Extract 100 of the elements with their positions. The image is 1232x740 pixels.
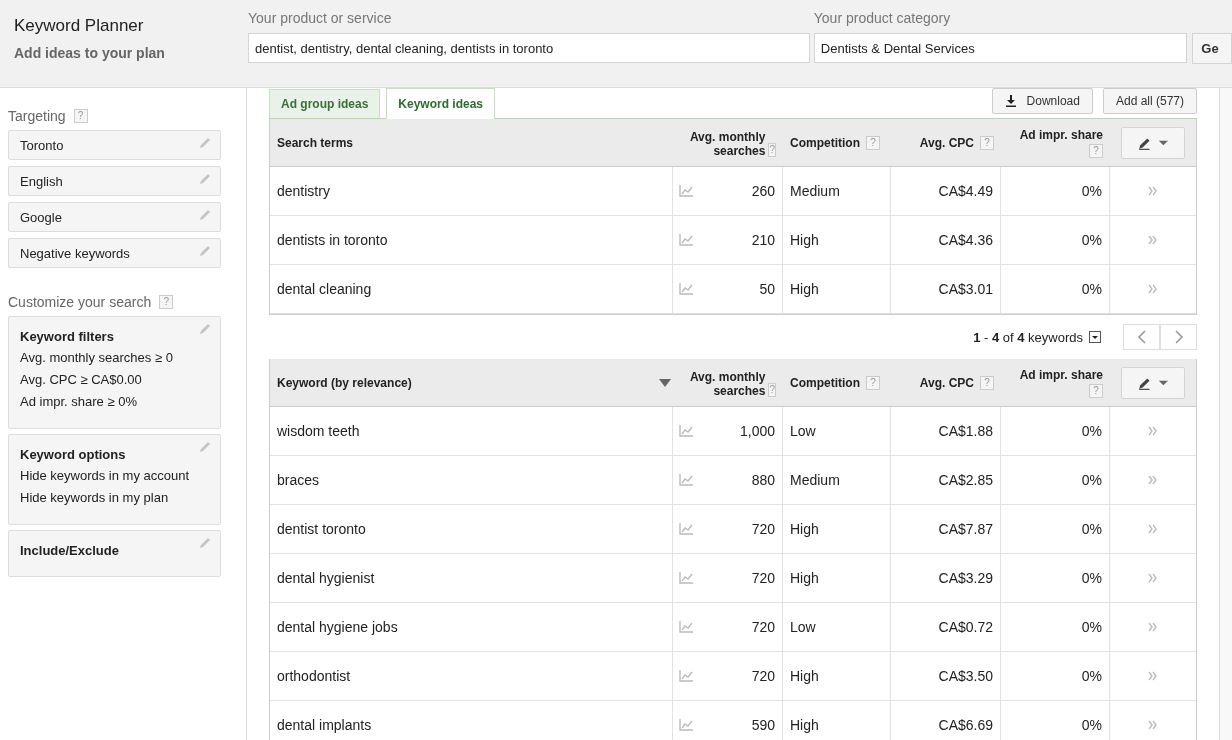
category-input-field[interactable]: Dentists & Dental Services xyxy=(813,33,1188,63)
cpc-cell: CA$0.72 xyxy=(891,603,1001,651)
competition-cell: High xyxy=(783,265,891,313)
pencil-icon xyxy=(198,536,212,550)
add-to-plan-icon[interactable] xyxy=(1148,475,1158,485)
next-page-button[interactable] xyxy=(1160,324,1197,350)
add-to-plan-icon[interactable] xyxy=(1148,573,1158,583)
targeting-item[interactable]: Toronto xyxy=(8,130,221,160)
pencil-icon xyxy=(198,440,212,454)
competition-cell: Medium xyxy=(783,456,891,504)
column-header[interactable]: Search terms xyxy=(277,135,354,150)
trend-chart-icon[interactable] xyxy=(679,621,693,633)
pencil-icon xyxy=(198,244,212,258)
searches-cell: 50 xyxy=(699,265,783,313)
competition-cell: High xyxy=(783,701,891,740)
section-title: Targeting xyxy=(8,108,66,124)
trend-chart-icon[interactable] xyxy=(679,719,693,731)
add-to-plan-icon[interactable] xyxy=(1148,671,1158,681)
keyword-cell: dental hygiene jobs xyxy=(270,603,673,651)
trend-chart-icon[interactable] xyxy=(679,572,693,584)
add-to-plan-icon[interactable] xyxy=(1148,720,1158,730)
impression-share-cell: 0% xyxy=(1001,652,1110,700)
trend-chart-icon[interactable] xyxy=(679,474,693,486)
impression-share-cell: 0% xyxy=(1001,701,1110,740)
column-header[interactable]: Avg. CPC xyxy=(919,135,974,150)
column-header[interactable]: Keyword (by relevance) xyxy=(277,375,412,390)
add-to-plan-icon[interactable] xyxy=(1148,284,1158,294)
filter-card[interactable]: Keyword filters Avg. monthly searches ≥ 0 Avg. CPC ≥ CA$0.00 Ad impr. share ≥ 0% xyxy=(8,316,221,429)
searches-cell: 720 xyxy=(699,603,783,651)
targeting-item[interactable]: English xyxy=(8,166,221,196)
column-header[interactable]: Avg. CPC xyxy=(919,375,974,390)
searches-cell: 720 xyxy=(699,505,783,553)
get-ideas-button[interactable]: Ge xyxy=(1192,33,1232,64)
competition-cell: High xyxy=(783,216,891,264)
keyword-cell: dental hygienist xyxy=(270,554,673,602)
trend-chart-icon[interactable] xyxy=(679,523,693,535)
add-to-plan-icon[interactable] xyxy=(1148,622,1158,632)
download-button[interactable]: Download xyxy=(991,88,1093,114)
product-input-field[interactable]: dentist, dentistry, dental cleaning, dentists in toronto xyxy=(248,33,810,63)
cpc-cell: CA$6.69 xyxy=(891,701,1001,740)
targeting-item[interactable]: Google xyxy=(8,202,221,232)
keyword-cell: orthodontist xyxy=(270,652,673,700)
trend-chart-icon[interactable] xyxy=(679,283,693,295)
competition-cell: High xyxy=(783,652,891,700)
impression-share-cell: 0% xyxy=(1001,456,1110,504)
filter-text: Ad impr. share ≥ 0% xyxy=(20,394,138,409)
column-header[interactable]: Ad impr. share xyxy=(1019,127,1103,142)
pencil-icon xyxy=(198,172,212,186)
download-icon xyxy=(1004,95,1017,107)
column-header[interactable]: Avg. monthly searches xyxy=(679,130,766,158)
field-label: Your product category xyxy=(813,10,952,28)
add-to-plan-icon[interactable] xyxy=(1148,524,1158,534)
scrollbar[interactable] xyxy=(1219,88,1232,740)
searches-cell: 720 xyxy=(699,652,783,700)
filter-card[interactable]: Include/Exclude xyxy=(8,530,221,577)
keyword-cell: dentist toronto xyxy=(270,505,673,553)
cpc-cell: CA$4.49 xyxy=(891,167,1001,215)
cpc-cell: CA$1.88 xyxy=(891,407,1001,455)
competition-cell: Medium xyxy=(783,167,891,215)
filter-card[interactable]: Keyword options Hide keywords in my account Hide keywords in my plan xyxy=(8,434,221,525)
column-header[interactable]: Competition xyxy=(790,135,860,150)
pencil-icon xyxy=(198,208,212,222)
impression-share-cell: 0% xyxy=(1001,265,1110,313)
trend-chart-icon[interactable] xyxy=(679,234,693,246)
card-title: Include/Exclude xyxy=(20,543,120,558)
impression-share-cell: 0% xyxy=(1001,167,1110,215)
add-to-plan-icon[interactable] xyxy=(1148,186,1158,196)
column-header[interactable]: Competition xyxy=(790,375,860,390)
keyword-cell: dentistry xyxy=(270,167,673,215)
cpc-cell: CA$7.87 xyxy=(891,505,1001,553)
add-to-plan-icon[interactable] xyxy=(1148,235,1158,245)
column-header[interactable]: Ad impr. share xyxy=(1019,367,1103,382)
searches-cell: 210 xyxy=(699,216,783,264)
competition-cell: Low xyxy=(783,603,891,651)
targeting-item[interactable]: Negative keywords xyxy=(8,238,221,268)
impression-share-cell: 0% xyxy=(1001,554,1110,602)
sort-descending-icon[interactable] xyxy=(659,378,671,387)
searches-cell: 720 xyxy=(699,554,783,602)
cpc-cell: CA$2.85 xyxy=(891,456,1001,504)
add-all-button[interactable]: Add all (577) xyxy=(1102,88,1197,114)
pagination-text: 1 - 4 of 4 keywords xyxy=(973,329,1083,345)
trend-chart-icon[interactable] xyxy=(679,670,693,682)
trend-chart-icon[interactable] xyxy=(679,185,693,197)
previous-page-button[interactable] xyxy=(1123,324,1160,350)
filter-text: Avg. monthly searches ≥ 0 xyxy=(20,350,174,365)
cpc-cell: CA$3.50 xyxy=(891,652,1001,700)
competition-cell: Low xyxy=(783,407,891,455)
tab[interactable]: Ad group ideas xyxy=(269,89,381,118)
keyword-cell: wisdom teeth xyxy=(270,407,673,455)
trend-chart-icon[interactable] xyxy=(679,425,693,437)
column-header[interactable]: Avg. monthly searches xyxy=(679,370,766,398)
column-options-button[interactable] xyxy=(1121,366,1185,399)
searches-cell: 1,000 xyxy=(699,407,783,455)
competition-cell: High xyxy=(783,505,891,553)
tab[interactable]: Keyword ideas xyxy=(386,88,496,119)
column-options-button[interactable] xyxy=(1121,126,1185,159)
dropdown-icon[interactable] xyxy=(1089,331,1101,343)
filter-text: Avg. CPC ≥ CA$0.00 xyxy=(20,372,143,387)
add-to-plan-icon[interactable] xyxy=(1148,426,1158,436)
filter-text: Hide keywords in my plan xyxy=(20,490,170,505)
